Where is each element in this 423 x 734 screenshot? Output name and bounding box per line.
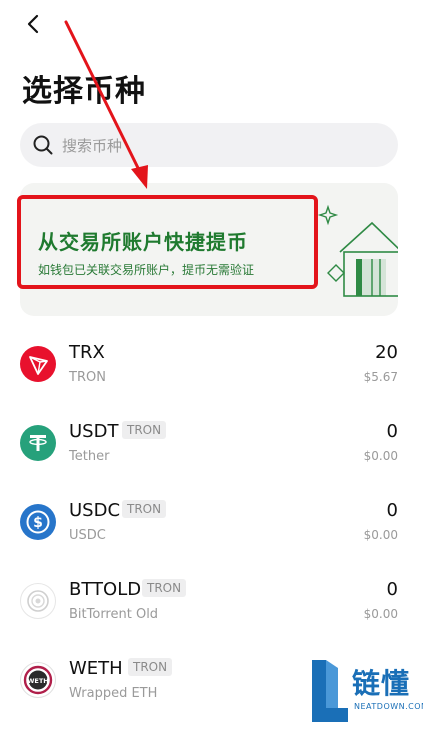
coin-symbol: BTTOLD — [69, 579, 142, 600]
coin-row-usdc[interactable]: $ USDC TRON USDC 0 $0.00 — [0, 498, 423, 576]
chain-badge: TRON — [122, 500, 167, 518]
chain-badge: TRON — [122, 421, 167, 439]
watermark-brand: 链懂 — [352, 667, 411, 700]
exchange-building-icon — [317, 204, 398, 297]
search-icon — [32, 134, 54, 160]
coin-value: $0.00 — [363, 449, 398, 463]
coin-symbol: USDC — [69, 500, 121, 521]
back-button[interactable] — [22, 10, 48, 40]
chain-badge: TRON — [128, 658, 173, 676]
coin-symbol: WETH — [69, 658, 123, 679]
watermark-site: NEATDOWN.COM — [354, 702, 423, 711]
bittorrent-icon — [20, 583, 56, 619]
coin-symbol: USDT — [69, 421, 119, 442]
svg-text:WETH: WETH — [27, 677, 48, 685]
coin-value: $0.00 — [363, 607, 398, 621]
coin-value: $0.00 — [363, 528, 398, 542]
weth-icon: WETH — [20, 662, 56, 698]
coin-amount: 0 — [386, 421, 398, 442]
coin-name: Tether — [69, 449, 110, 464]
search-input[interactable] — [60, 123, 384, 169]
chevron-left-icon — [27, 14, 39, 34]
watermark-l-icon — [312, 660, 348, 722]
chain-badge: TRON — [142, 579, 187, 597]
coin-name: USDC — [69, 528, 106, 543]
coin-row-usdt[interactable]: USDT TRON Tether 0 $0.00 — [0, 419, 423, 497]
coin-value: $5.67 — [363, 370, 398, 384]
search-bar[interactable] — [20, 123, 398, 169]
tether-icon — [20, 425, 56, 461]
highlight-annotation-box — [17, 195, 318, 289]
usdc-icon: $ — [20, 504, 56, 540]
coin-row-trx[interactable]: TRX TRON 20 $5.67 — [0, 340, 423, 418]
coin-amount: 0 — [386, 500, 398, 521]
coin-name: TRON — [69, 370, 106, 385]
watermark-logo: 链懂 NEATDOWN.COM — [306, 652, 423, 727]
coin-symbol: TRX — [69, 342, 105, 363]
tron-icon — [20, 346, 56, 382]
coin-row-bttold[interactable]: BTTOLD TRON BitTorrent Old 0 $0.00 — [0, 577, 423, 655]
coin-amount: 20 — [375, 342, 398, 363]
page-title: 选择币种 — [22, 74, 146, 109]
coin-name: Wrapped ETH — [69, 686, 158, 701]
coin-name: BitTorrent Old — [69, 607, 159, 622]
svg-text:$: $ — [33, 515, 43, 531]
coin-amount: 0 — [386, 579, 398, 600]
